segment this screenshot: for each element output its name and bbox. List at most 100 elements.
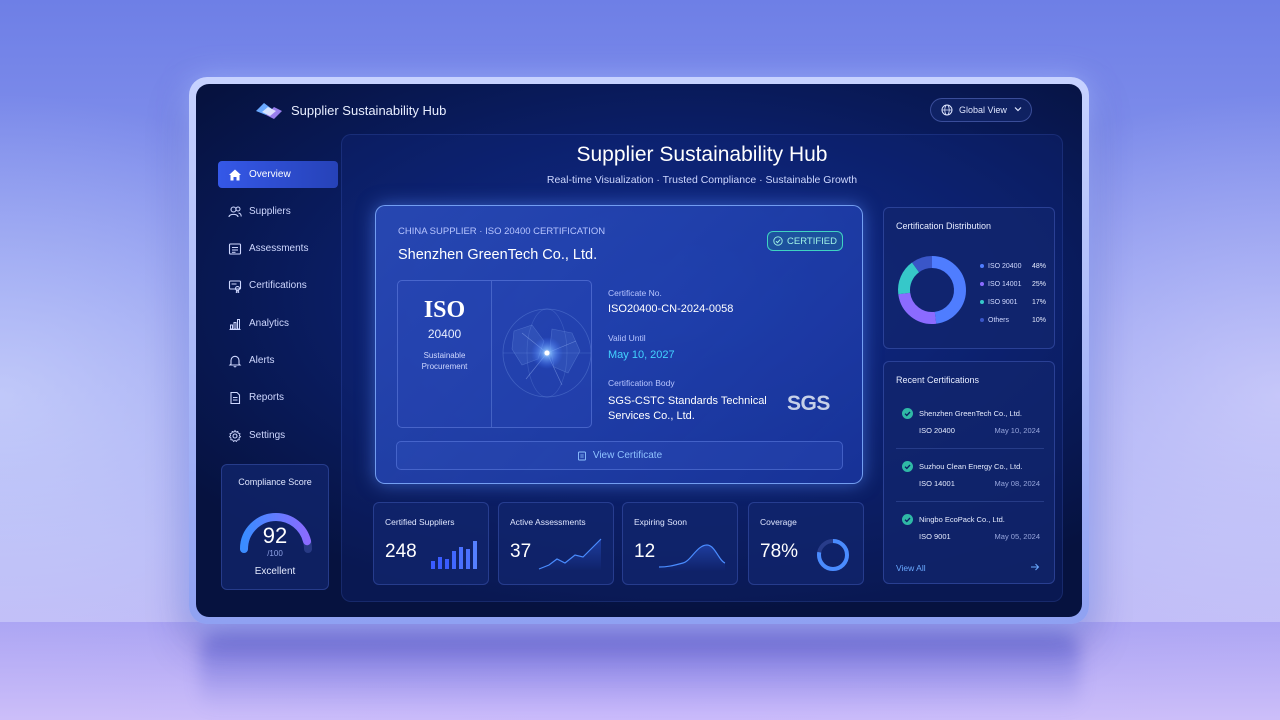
stat-active-assessments[interactable]: Active Assessments 37: [498, 502, 614, 585]
certificate-card: CHINA SUPPLIER · ISO 20400 CERTIFICATION…: [375, 205, 863, 484]
view-certificate-label: View Certificate: [592, 450, 663, 461]
sidebar-item-settings[interactable]: Settings: [218, 422, 338, 449]
compliance-score-card: Compliance Score 92 /100 Excellent: [221, 464, 329, 590]
clipboard-icon: [228, 242, 242, 255]
donut-slice-0: [931, 256, 966, 324]
chevron-down-icon: [1014, 107, 1022, 112]
list-item[interactable]: Ningbo EcoPack Co., Ltd. ISO 9001 May 05…: [896, 510, 1044, 554]
bell-icon: [228, 355, 242, 367]
legend-label: ISO 14001: [988, 280, 1022, 288]
compliance-score-label: Excellent: [254, 566, 296, 577]
donut-slice-1: [898, 292, 937, 324]
compliance-score-value: 92: [262, 523, 288, 548]
iso-description: Sustainable Procurement: [421, 351, 468, 371]
stat-expiring-soon[interactable]: Expiring Soon 12: [622, 502, 738, 585]
recent-date: May 05, 2024: [994, 532, 1040, 541]
gear-icon: [228, 429, 242, 442]
sidebar-item-alerts[interactable]: Alerts: [218, 347, 338, 374]
donut-slice-3: [912, 256, 933, 273]
stat-value: 248: [385, 541, 417, 562]
stat-certified-suppliers[interactable]: Certified Suppliers 248: [373, 502, 489, 585]
compliance-score-title: Compliance Score: [238, 477, 312, 487]
recent-date: May 08, 2024: [994, 479, 1040, 488]
recent-certifications-panel: Recent Certifications Shenzhen GreenTech…: [883, 361, 1055, 584]
stat-title: Coverage: [760, 517, 797, 527]
check-circle-icon: [902, 514, 913, 525]
check-circle-icon: [902, 461, 913, 472]
sgs-logo: SGS: [787, 392, 830, 415]
view-all-link[interactable]: View All: [896, 563, 926, 573]
global-view-selector[interactable]: Global View: [930, 98, 1032, 122]
stat-title: Active Assessments: [510, 517, 586, 527]
list-item[interactable]: Shenzhen GreenTech Co., Ltd. ISO 20400 M…: [896, 404, 1044, 448]
recent-company: Suzhou Clean Energy Co., Ltd.: [919, 462, 1023, 471]
sidebar-item-label: Analytics: [249, 318, 290, 329]
legend-item: ISO 14001 25%: [980, 278, 1046, 290]
certification-body-value: SGS-CSTC Standards Technical Services Co…: [608, 395, 767, 422]
legend-label: Others: [988, 316, 1010, 324]
legend-value: 25%: [1031, 280, 1046, 288]
file-icon: [577, 451, 586, 460]
certificate-number-label: Certificate No.: [608, 288, 662, 298]
floor-reflection: [200, 632, 1080, 712]
sidebar-item-certifications[interactable]: Certifications: [218, 272, 338, 299]
legend-dot: [980, 282, 984, 286]
recent-certifications-title: Recent Certifications: [896, 375, 980, 385]
home-icon: [229, 169, 241, 180]
page-title: Supplier Sustainability Hub: [576, 143, 828, 166]
view-certificate-button[interactable]: View Certificate: [396, 441, 843, 470]
legend-item: ISO 9001 17%: [980, 296, 1046, 308]
sidebar-item-label: Settings: [249, 430, 286, 441]
mini-line-chart: [538, 538, 602, 571]
legend-value: 10%: [1031, 316, 1046, 324]
sidebar-item-overview[interactable]: Overview: [218, 161, 338, 188]
sidebar-item-suppliers[interactable]: Suppliers: [218, 198, 338, 225]
legend-value: 48%: [1031, 262, 1046, 270]
sidebar-item-analytics[interactable]: Analytics: [218, 310, 338, 337]
valid-until-label: Valid Until: [608, 333, 646, 343]
stat-value: 37: [510, 541, 532, 562]
recent-date: May 10, 2024: [994, 426, 1040, 435]
distribution-title: Certification Distribution: [896, 221, 992, 231]
certified-badge: CERTIFIED: [767, 231, 843, 251]
check-circle-icon: [902, 408, 913, 419]
legend-item: ISO 20400 48%: [980, 260, 1046, 272]
page-subtitle: Real-time Visualization · Trusted Compli…: [546, 174, 858, 186]
sidebar-item-label: Assessments: [249, 243, 309, 254]
stat-title: Expiring Soon: [634, 517, 687, 527]
arrow-right-icon[interactable]: [1030, 562, 1040, 572]
list-item[interactable]: Suzhou Clean Energy Co., Ltd. ISO 14001 …: [896, 457, 1044, 501]
certificate-eyebrow: CHINA SUPPLIER · ISO 20400 CERTIFICATION: [398, 226, 606, 237]
iso-number: 20400: [427, 327, 462, 341]
recent-company: Shenzhen GreenTech Co., Ltd.: [919, 409, 1022, 418]
stat-value: 12: [634, 541, 656, 562]
sidebar-item-label: Alerts: [249, 355, 275, 366]
stat-coverage[interactable]: Coverage 78%: [748, 502, 864, 585]
sidebar-item-label: Suppliers: [249, 206, 291, 217]
distribution-donut-chart: [898, 256, 966, 324]
legend-value: 17%: [1031, 298, 1046, 306]
mini-bar-chart: [431, 541, 477, 569]
bar-chart-icon: [229, 318, 241, 330]
sidebar-item-reports[interactable]: Reports: [218, 384, 338, 411]
certification-body-label: Certification Body: [608, 378, 675, 388]
recent-standard: ISO 9001: [919, 532, 951, 541]
compliance-score-max: /100: [267, 549, 283, 558]
sidebar-item-label: Overview: [249, 169, 291, 180]
app-title: Supplier Sustainability Hub: [291, 103, 447, 118]
sidebar-item-assessments[interactable]: Assessments: [218, 235, 338, 262]
iso-emblem: ISO 20400 Sustainable Procurement: [397, 280, 592, 428]
legend-dot: [980, 300, 984, 304]
certification-distribution-panel: Certification Distribution ISO 20400 48% …: [883, 207, 1055, 349]
mini-wave-chart: [658, 544, 726, 571]
certificate-company: Shenzhen GreenTech Co., Ltd.: [398, 247, 598, 263]
stat-value: 78%: [760, 541, 799, 562]
check-circle-icon: [773, 236, 783, 246]
recent-company: Ningbo EcoPack Co., Ltd.: [919, 515, 1005, 524]
globe-network-icon: [502, 308, 591, 398]
list-divider: [896, 448, 1044, 449]
iso-word: ISO: [423, 297, 466, 323]
certificate-number: ISO20400-CN-2024-0058: [608, 303, 734, 315]
legend-dot: [980, 318, 984, 322]
recent-standard: ISO 14001: [919, 479, 955, 488]
